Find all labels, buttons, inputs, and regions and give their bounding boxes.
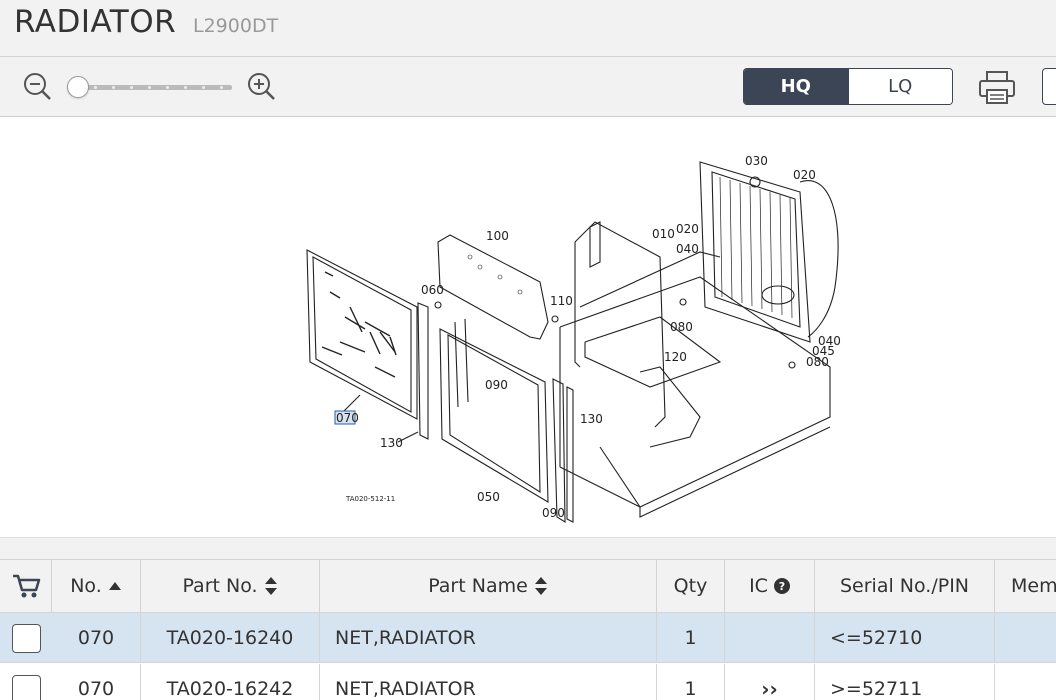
cell-no: 070	[52, 664, 141, 700]
column-header-no[interactable]: No.	[52, 560, 141, 612]
column-header-qty: Qty	[657, 560, 725, 612]
table-row[interactable]: 070 TA020-16242 NET,RADIATOR 1 ›› >=5271…	[0, 664, 1056, 700]
interchange-chevrons-icon[interactable]: ››	[725, 664, 815, 700]
sort-icon	[534, 577, 547, 595]
cell-ic	[725, 613, 815, 663]
svg-text:130: 130	[380, 436, 403, 450]
cell-no: 070	[52, 613, 141, 663]
svg-text:020: 020	[676, 222, 699, 236]
model-code: L2900DT	[193, 15, 279, 37]
diagram-divider	[0, 537, 1056, 559]
toolbar-button-partial[interactable]	[1042, 68, 1056, 105]
parts-diagram[interactable]: 030 020 100 010 020 040 060 110 080 090 …	[0, 117, 1056, 537]
svg-text:020: 020	[793, 168, 816, 182]
quality-toggle: HQ LQ	[743, 68, 953, 105]
row-checkbox[interactable]	[11, 674, 41, 700]
zoom-slider-thumb[interactable]	[67, 76, 89, 98]
cell-part-no: TA020-16240	[141, 613, 320, 663]
svg-text:050: 050	[477, 490, 500, 504]
parts-table: No. Part No. Part Name Qty IC ? Serial N…	[0, 559, 1056, 700]
selected-callout[interactable]: 070	[336, 411, 359, 425]
table-row[interactable]: 070 TA020-16240 NET,RADIATOR 1 <=52710	[0, 613, 1056, 663]
sort-ascending-icon	[108, 582, 121, 590]
svg-text:110: 110	[550, 294, 573, 308]
cell-serial: <=52710	[815, 613, 995, 663]
cell-part-name: NET,RADIATOR	[320, 664, 657, 700]
title-bar: RADIATOR L2900DT	[0, 0, 1056, 57]
zoom-in-icon[interactable]	[246, 71, 276, 101]
svg-text:080: 080	[670, 320, 693, 334]
row-checkbox[interactable]	[11, 623, 41, 653]
svg-text:030: 030	[745, 154, 768, 168]
cell-memo	[995, 664, 1056, 700]
column-header-serial: Serial No./PIN	[815, 560, 995, 612]
svg-text:090: 090	[485, 378, 508, 392]
svg-text:100: 100	[486, 229, 509, 243]
cell-serial: >=52711	[815, 664, 995, 700]
cell-qty: 1	[657, 664, 725, 700]
svg-text:090: 090	[542, 506, 565, 520]
exploded-view-drawing: 030 020 100 010 020 040 060 110 080 090 …	[306, 154, 841, 524]
svg-text:040: 040	[676, 242, 699, 256]
svg-text:130: 130	[580, 412, 603, 426]
page-title: RADIATOR	[14, 4, 177, 40]
svg-text:120: 120	[664, 350, 687, 364]
help-icon[interactable]: ?	[773, 578, 790, 594]
figure-code: TA020-512-11	[345, 495, 395, 503]
svg-text:060: 060	[421, 283, 444, 297]
toolbar: HQ LQ	[0, 57, 1056, 117]
svg-text:?: ?	[779, 580, 785, 593]
cell-memo	[995, 613, 1056, 663]
cart-column-header[interactable]	[0, 560, 52, 612]
cell-part-no: TA020-16242	[141, 664, 320, 700]
cell-part-name: NET,RADIATOR	[320, 613, 657, 663]
cart-icon[interactable]	[11, 573, 41, 599]
column-header-part-name[interactable]: Part Name	[320, 560, 657, 612]
zoom-out-icon[interactable]	[22, 71, 52, 101]
sort-icon	[264, 577, 277, 595]
printer-icon[interactable]	[977, 69, 1017, 107]
column-header-part-no[interactable]: Part No.	[141, 560, 320, 612]
column-header-memo: Memo	[995, 560, 1056, 612]
svg-text:010: 010	[652, 227, 675, 241]
table-header: No. Part No. Part Name Qty IC ? Serial N…	[0, 559, 1056, 613]
hq-button[interactable]: HQ	[744, 69, 848, 104]
svg-text:080: 080	[806, 355, 829, 369]
lq-button[interactable]: LQ	[847, 69, 952, 104]
column-header-ic: IC ?	[725, 560, 815, 612]
zoom-slider-track[interactable]	[72, 85, 232, 90]
cell-qty: 1	[657, 613, 725, 663]
